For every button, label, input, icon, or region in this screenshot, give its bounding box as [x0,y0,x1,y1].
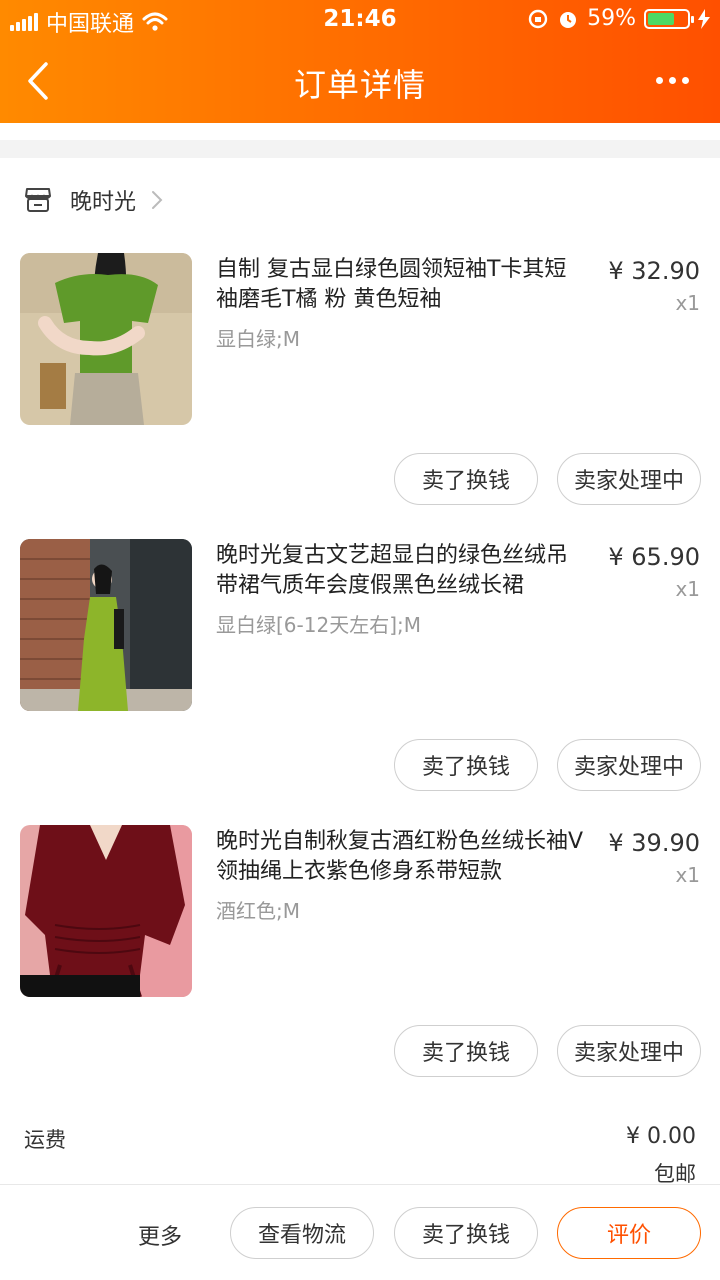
product-thumbnail[interactable] [20,539,192,711]
product-title[interactable]: 自制 复古显白绿色圆领短袖T卡其短袖磨毛T橘 粉 黄色短袖 [216,255,586,315]
product-quantity: x1 [675,863,700,887]
order-item-2[interactable]: 晚时光复古文艺超显白的绿色丝绒吊带裙气质年会度假黑色丝绒长裙 显白绿[6-12天… [0,539,720,809]
more-options-icon[interactable] [656,68,696,92]
shop-row[interactable]: 晚时光 [24,180,164,220]
product-title[interactable]: 晚时光复古文艺超显白的绿色丝绒吊带裙气质年会度假黑色丝绒长裙 [216,541,586,601]
chevron-right-icon [152,191,163,209]
order-item-3[interactable]: 晚时光自制秋复古酒红粉色丝绒长袖V领抽绳上衣紫色修身系带短款 酒红色;M ¥ 3… [0,825,720,1095]
shop-name: 晚时光 [70,190,137,215]
nav-bar: 订单详情 [0,40,720,123]
status-bar: 中国联通 21:46 59% [0,0,720,40]
store-icon [25,188,51,212]
product-price: ¥ 39.90 [608,829,700,857]
sell-for-cash-button[interactable]: 卖了换钱 [394,1025,538,1077]
product-quantity: x1 [675,291,700,315]
sell-for-cash-button[interactable]: 卖了换钱 [394,453,538,505]
product-price: ¥ 65.90 [608,543,700,571]
product-thumbnail[interactable] [20,253,192,425]
product-spec: 显白绿;M [216,327,300,351]
page-title: 订单详情 [293,66,426,104]
sell-for-cash-button[interactable]: 卖了换钱 [394,739,538,791]
view-logistics-button[interactable]: 查看物流 [230,1207,374,1259]
sell-for-cash-button[interactable]: 卖了换钱 [394,1207,538,1259]
alarm-icon [560,11,577,28]
product-title[interactable]: 晚时光自制秋复古酒红粉色丝绒长袖V领抽绳上衣紫色修身系带短款 [216,827,586,887]
seller-processing-button[interactable]: 卖家处理中 [557,453,701,505]
order-item-1[interactable]: 自制 复古显白绿色圆领短袖T卡其短袖磨毛T橘 粉 黄色短袖 显白绿;M ¥ 32… [0,253,720,523]
section-divider [0,140,720,158]
shipping-label: 运费 [24,1128,66,1152]
review-button[interactable]: 评价 [557,1207,701,1259]
product-quantity: x1 [675,577,700,601]
battery-percent: 59% [587,6,636,31]
status-right: 59% [527,6,710,31]
rotation-lock-icon [528,9,548,28]
product-thumbnail[interactable] [20,825,192,997]
seller-processing-button[interactable]: 卖家处理中 [557,1025,701,1077]
seller-processing-button[interactable]: 卖家处理中 [557,739,701,791]
product-spec: 显白绿[6-12天左右];M [216,613,421,637]
product-spec: 酒红色;M [216,899,300,923]
product-price: ¥ 32.90 [608,257,700,285]
app-header: 中国联通 21:46 59% 订单详情 [0,0,720,123]
shipping-price: ¥ 0.00 [626,1124,696,1149]
more-actions-button[interactable]: 更多 [138,1219,182,1251]
battery-icon [644,8,694,29]
bottom-action-bar: 更多 查看物流 卖了换钱 评价 [0,1184,720,1280]
charging-icon [698,8,710,29]
